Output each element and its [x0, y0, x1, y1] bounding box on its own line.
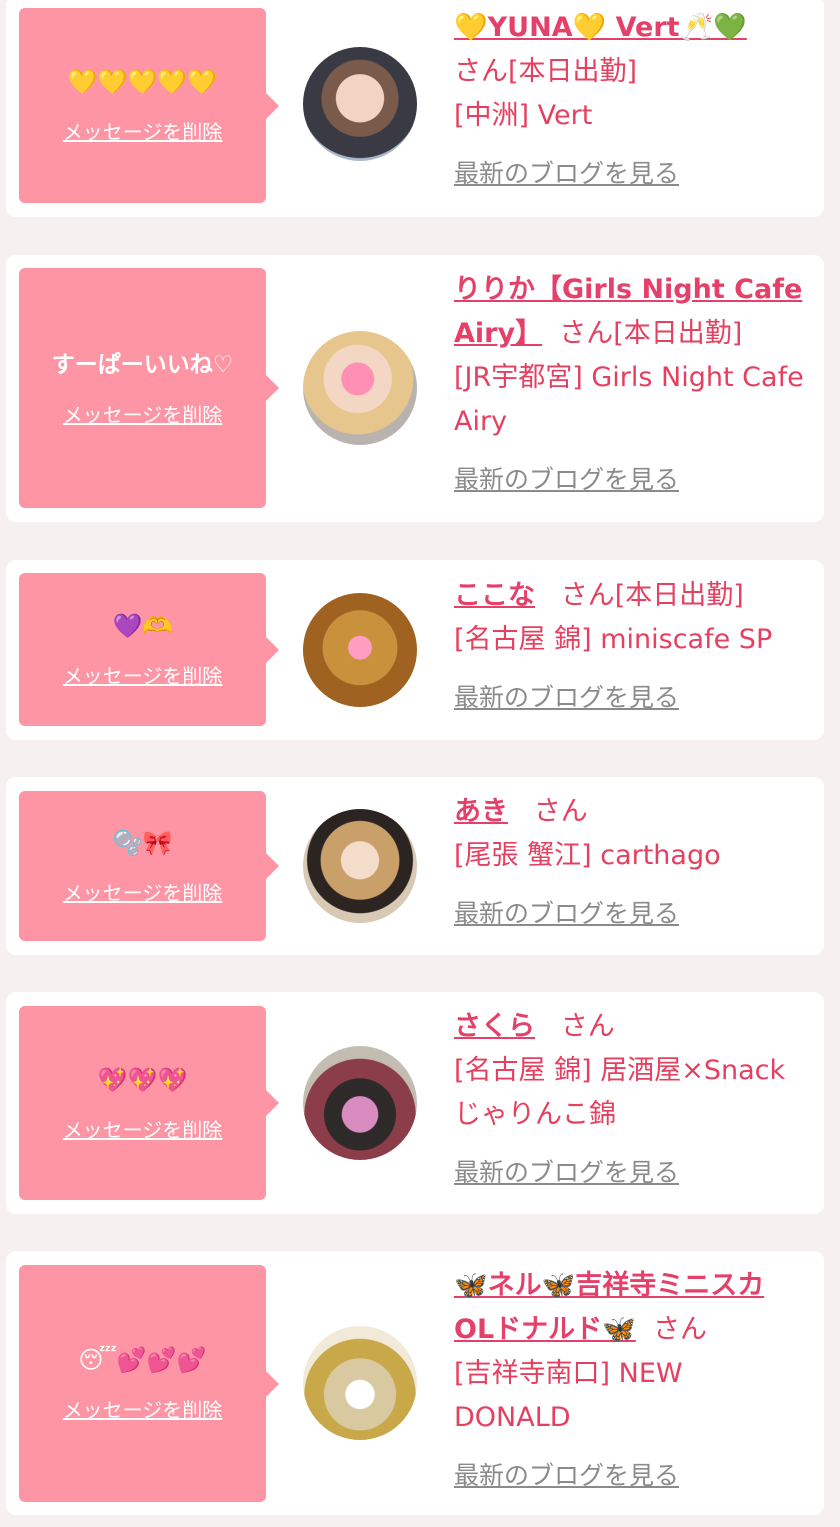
- avatar[interactable]: [303, 593, 417, 707]
- delete-message-link[interactable]: メッセージを削除: [63, 1394, 223, 1423]
- message-bubble: すーぱーいいね♡ メッセージを削除: [19, 268, 279, 508]
- message-text: 💜🫶: [112, 612, 173, 640]
- girl-name-link[interactable]: 💛YUNA💛 Vert🥂💚: [454, 12, 747, 43]
- avatar[interactable]: [303, 809, 417, 923]
- delete-message-link[interactable]: メッセージを削除: [63, 660, 223, 689]
- status-text: さん: [533, 796, 588, 827]
- delete-message-link[interactable]: メッセージを削除: [63, 399, 223, 428]
- latest-blog-link[interactable]: 最新のブログを見る: [454, 1461, 679, 1490]
- profile-info: あき さん [尾張 蟹江] carthago 最新のブログを見る: [454, 790, 804, 936]
- status-text: さん: [560, 1011, 615, 1042]
- shop-text: [尾張 蟹江] carthago: [454, 840, 721, 871]
- message-bubble: 💛💛💛💛💛 メッセージを削除: [19, 8, 279, 203]
- message-text: 🫧🎀: [112, 828, 173, 857]
- latest-blog-link[interactable]: 最新のブログを見る: [454, 465, 679, 494]
- profile-info: さくら さん [名古屋 錦] 居酒屋×Snack じゃりんこ錦 最新のブログを見…: [454, 1005, 804, 1195]
- shop-text: [名古屋 錦] miniscafe SP: [454, 624, 773, 655]
- girl-name-link[interactable]: あき: [454, 796, 508, 827]
- status-text: さん: [652, 1314, 707, 1345]
- latest-blog-link[interactable]: 最新のブログを見る: [454, 899, 679, 928]
- status-text: さん[本日出勤]: [559, 318, 743, 349]
- shop-text: [中洲] Vert: [454, 100, 593, 131]
- girl-name-link[interactable]: 🦋ネル🦋吉祥寺ミニスカOLドナルド🦋: [454, 1270, 764, 1345]
- avatar[interactable]: [303, 331, 417, 445]
- girl-name-link[interactable]: ここな: [454, 580, 535, 611]
- delete-message-link[interactable]: メッセージを削除: [63, 1114, 223, 1143]
- message-text: 😴💕💕💕: [78, 1346, 207, 1374]
- status-text: さん[本日出勤]: [560, 580, 744, 611]
- delete-message-link[interactable]: メッセージを削除: [63, 877, 223, 906]
- profile-info: ここな さん[本日出勤] [名古屋 錦] miniscafe SP 最新のブログ…: [454, 574, 804, 720]
- latest-blog-link[interactable]: 最新のブログを見る: [454, 1158, 679, 1187]
- message-text: 💖💖💖: [97, 1065, 188, 1094]
- avatar[interactable]: [303, 1326, 417, 1440]
- message-text: 💛💛💛💛💛: [67, 68, 218, 96]
- profile-info: 💛YUNA💛 Vert🥂💚 さん[本日出勤] [中洲] Vert 最新のブログを…: [454, 6, 804, 196]
- message-bubble: 💖💖💖 メッセージを削除: [19, 1006, 279, 1200]
- shop-text: [JR宇都宮] Girls Night Cafe Airy: [454, 362, 804, 437]
- profile-info: りりか【Girls Night Cafe Airy】 さん[本日出勤] [JR宇…: [454, 268, 804, 502]
- message-bubble: 😴💕💕💕 メッセージを削除: [19, 1265, 279, 1502]
- status-text: さん[本日出勤]: [454, 56, 638, 87]
- shop-text: [吉祥寺南口] NEW DONALD: [454, 1358, 683, 1433]
- shop-text: [名古屋 錦] 居酒屋×Snack じゃりんこ錦: [454, 1055, 786, 1130]
- girl-name-link[interactable]: さくら: [454, 1011, 535, 1042]
- message-bubble: 💜🫶 メッセージを削除: [19, 573, 279, 726]
- message-bubble: 🫧🎀 メッセージを削除: [19, 791, 279, 941]
- avatar[interactable]: [303, 1046, 417, 1160]
- latest-blog-link[interactable]: 最新のブログを見る: [454, 683, 679, 712]
- latest-blog-link[interactable]: 最新のブログを見る: [454, 159, 679, 188]
- delete-message-link[interactable]: メッセージを削除: [63, 116, 223, 145]
- profile-info: 🦋ネル🦋吉祥寺ミニスカOLドナルド🦋 さん [吉祥寺南口] NEW DONALD…: [454, 1264, 804, 1498]
- avatar[interactable]: [303, 47, 417, 161]
- message-text: すーぱーいいね♡: [51, 351, 234, 378]
